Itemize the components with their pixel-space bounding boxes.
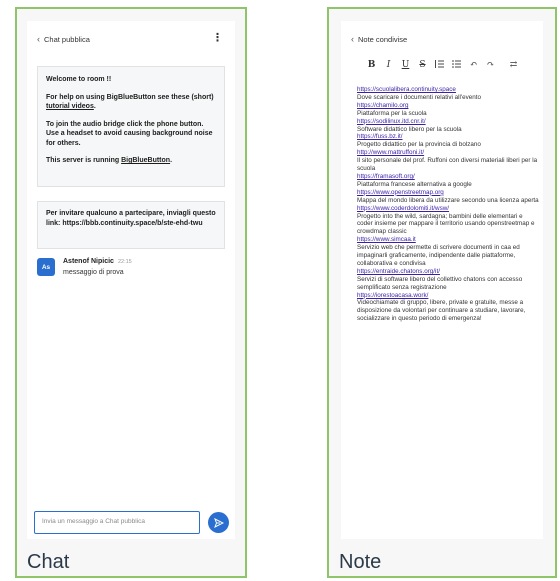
notes-title: Note condivise — [358, 35, 408, 44]
notes-header[interactable]: ‹ Note condivise — [351, 34, 407, 44]
welcome-server-text: This server is running — [46, 157, 122, 164]
welcome-server: This server is running BigBlueButton. — [46, 156, 216, 166]
note-text: Il sito personale del prof. Ruffoni con … — [357, 157, 538, 173]
note-link[interactable]: https://framasoft.org/ — [357, 173, 539, 181]
note-link[interactable]: https://www.openstreetmap.org — [357, 189, 539, 197]
message-author: Astenof Nipicic 22:15 — [63, 258, 132, 265]
swap-icon[interactable]: ⇄ — [505, 60, 522, 70]
bigbluebutton-link[interactable]: BigBlueButton — [121, 157, 170, 164]
note-link[interactable]: http://www.mattruffoni.it/ — [357, 149, 539, 157]
welcome-audio: To join the audio bridge click the phone… — [46, 120, 213, 147]
chat-frame: ‹ Chat pubblica ⋮ Welcome to room !! For … — [15, 7, 247, 578]
note-text: Piattaforma francese alternativa a googl… — [357, 180, 472, 188]
chat-caption: Chat — [27, 551, 70, 573]
note-link[interactable]: https://sodilinux.itd.cnr.it/ — [357, 118, 539, 126]
welcome-help: For help on using BigBlueButton see thes… — [46, 93, 216, 112]
message-text: messaggio di prova — [63, 269, 124, 276]
notes-caption: Note — [339, 551, 382, 573]
note-link[interactable]: https://www.simcaa.it — [357, 236, 539, 244]
note-link[interactable]: https://iorestoacasa.work/ — [357, 292, 539, 300]
invite-message: Per invitare qualcuno a partecipare, inv… — [37, 201, 225, 249]
bullet-list-icon[interactable] — [448, 59, 465, 71]
send-button[interactable] — [208, 512, 229, 533]
chevron-left-icon[interactable]: ‹ — [37, 34, 40, 44]
undo-icon[interactable]: ↶ — [465, 60, 482, 70]
note-link[interactable]: https://chamilo.org — [357, 102, 539, 110]
note-link[interactable]: https://fuss.bz.it/ — [357, 133, 539, 141]
chat-header[interactable]: ‹ Chat pubblica — [37, 34, 90, 44]
strikethrough-button[interactable]: S — [414, 60, 431, 70]
note-text: Videochiamate di gruppo, libere, private… — [357, 299, 526, 323]
bold-button[interactable]: B — [363, 60, 380, 70]
note-text: Servizio web che permette di scrivere do… — [357, 244, 520, 267]
note-text: Software didattico libero per la scuola — [357, 125, 462, 133]
note-text: Progetto didattico per la provincia di b… — [357, 141, 481, 149]
welcome-server-end: . — [170, 157, 173, 164]
notes-panel: ‹ Note condivise B I U S ↶ ↷ ⇄ https://sc… — [341, 21, 543, 539]
more-options-icon[interactable]: ⋮ — [212, 31, 223, 44]
tutorial-videos-link[interactable]: tutorial videos — [46, 103, 94, 110]
italic-button[interactable]: I — [380, 60, 397, 70]
notes-frame: ‹ Note condivise B I U S ↶ ↷ ⇄ https://sc… — [327, 7, 557, 578]
welcome-title: Welcome to room !! — [46, 76, 112, 83]
note-text: Dove scaricare i documenti relativi all'… — [357, 93, 482, 101]
note-text: Servizi di software libero del collettiv… — [357, 275, 523, 291]
note-text: Progetto into the wild, sardagna; bambin… — [357, 212, 535, 236]
chat-title: Chat pubblica — [44, 35, 90, 44]
note-link[interactable]: https://www.coderdolomiti.it/wsw/ — [357, 205, 539, 213]
underline-button[interactable]: U — [397, 60, 414, 70]
chevron-left-icon[interactable]: ‹ — [351, 34, 354, 44]
avatar: As — [37, 258, 55, 276]
note-text: Piattaforma per la scuola — [357, 109, 427, 117]
message-input[interactable]: Invia un messaggio a Chat pubblica — [34, 511, 200, 534]
welcome-help-end: . — [93, 103, 96, 110]
send-icon — [213, 517, 224, 528]
redo-icon[interactable]: ↷ — [482, 60, 499, 70]
note-text: Mappa del mondo libera da utilizzare sec… — [357, 196, 539, 204]
note-link[interactable]: https://scuolalibera.continuity.space — [357, 86, 539, 94]
ordered-list-icon[interactable] — [431, 59, 448, 71]
note-link[interactable]: https://entraide.chatons.org/it/ — [357, 268, 539, 276]
message-time: 22:15 — [117, 259, 132, 265]
notes-toolbar: B I U S ↶ ↷ ⇄ — [363, 58, 533, 72]
author-name: Astenof Nipicic — [63, 258, 114, 265]
notes-content[interactable]: https://scuolalibera.continuity.space Dov… — [357, 86, 539, 323]
welcome-help-text: For help on using BigBlueButton see thes… — [46, 93, 214, 101]
welcome-message: Welcome to room !! For help on using Big… — [37, 66, 225, 187]
chat-panel: ‹ Chat pubblica ⋮ Welcome to room !! For … — [27, 21, 235, 539]
